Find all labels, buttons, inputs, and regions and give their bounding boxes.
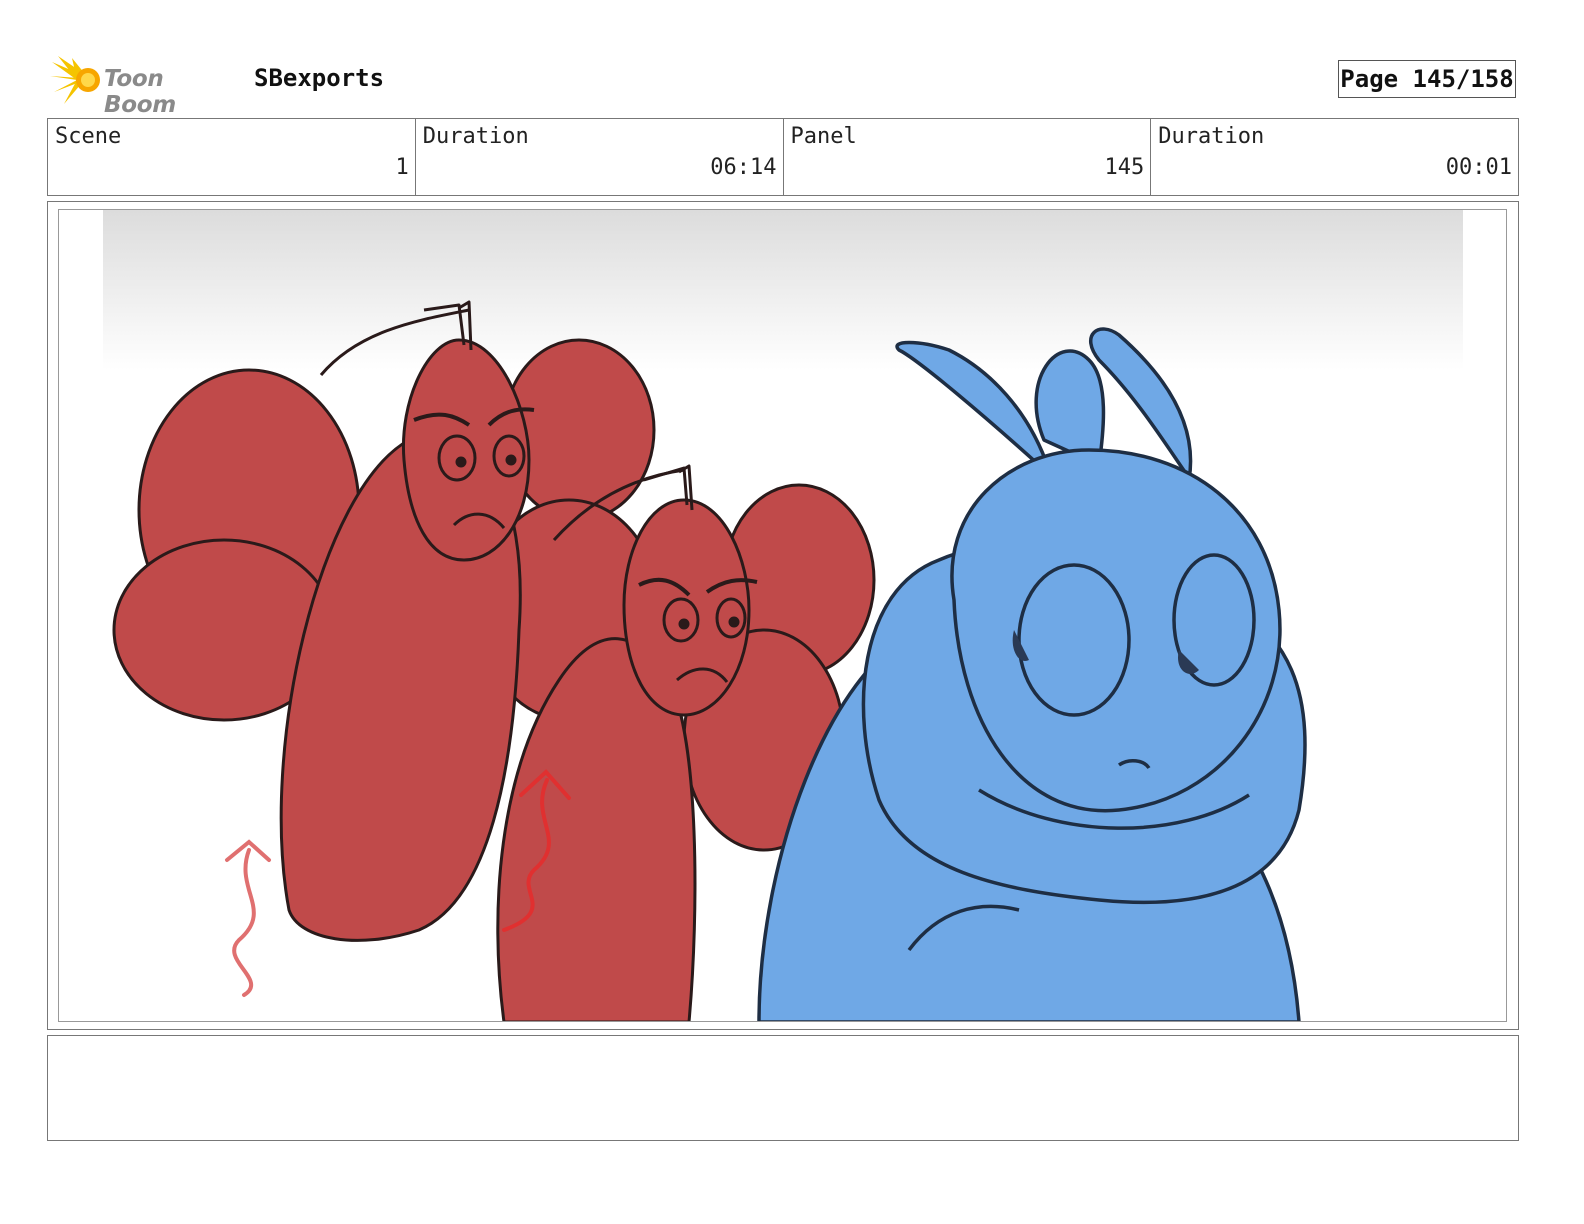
panel-duration-value: 00:01 — [1445, 155, 1512, 180]
panel-value: 145 — [1104, 155, 1145, 180]
panel-cell: Panel 145 — [784, 119, 1152, 195]
scene-info-bar: Scene 1 Duration 06:14 Panel 145 Duratio… — [47, 118, 1519, 196]
panel-label: Panel — [790, 124, 857, 149]
panel-duration-label: Duration — [1158, 124, 1265, 149]
scene-value: 1 — [395, 155, 409, 180]
blue-bug — [757, 327, 1307, 1021]
project-name: SBexports — [254, 64, 385, 92]
scene-duration-cell: Duration 06:14 — [416, 119, 784, 195]
notes-box — [47, 1035, 1519, 1141]
page-number: Page 145/158 — [1338, 60, 1516, 98]
logo-burst-icon — [50, 56, 100, 104]
scene-duration-value: 06:14 — [710, 155, 777, 180]
background-gradient — [103, 210, 1463, 370]
logo-text: Toon Boom — [104, 66, 176, 118]
panel-image — [58, 209, 1507, 1022]
scene-cell: Scene 1 — [48, 119, 416, 195]
scene-label: Scene — [55, 124, 122, 149]
storyboard-drawing — [103, 210, 1463, 1021]
toon-boom-logo: Toon Boom — [50, 54, 240, 118]
scene-duration-label: Duration — [422, 124, 529, 149]
panel-duration-cell: Duration 00:01 — [1151, 119, 1518, 195]
